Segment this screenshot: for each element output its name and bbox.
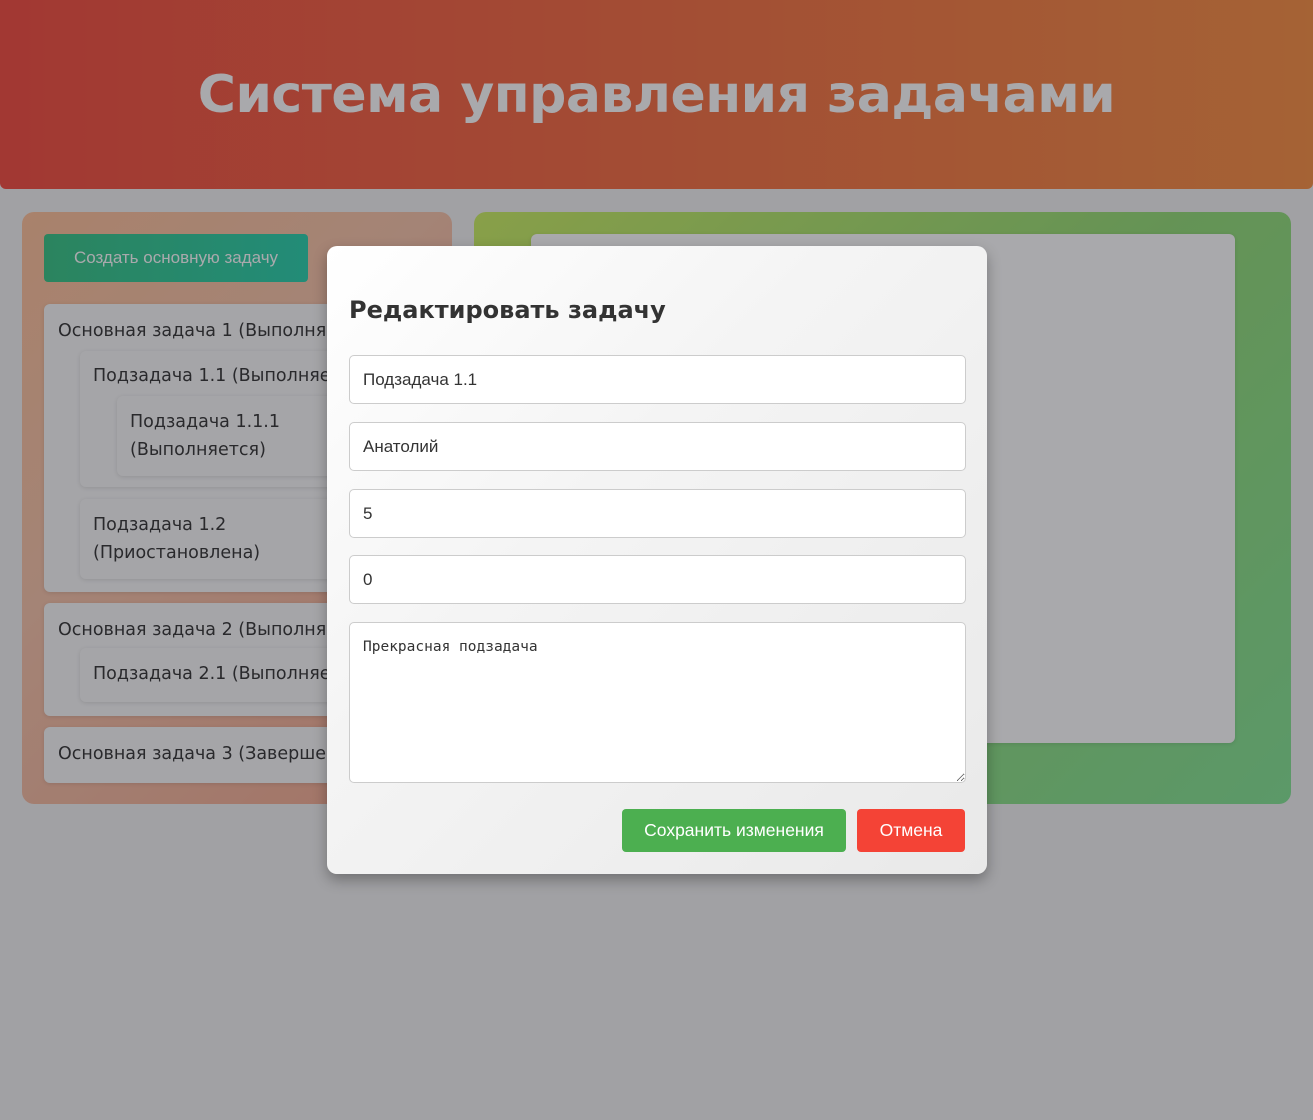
- numeric-field-input[interactable]: [349, 489, 966, 538]
- save-changes-button[interactable]: Сохранить изменения: [622, 809, 846, 852]
- modal-title: Редактировать задачу: [349, 296, 666, 324]
- cancel-button[interactable]: Отмена: [857, 809, 965, 852]
- app-root: Система управления задачами Создать осно…: [0, 0, 1313, 1120]
- description-textarea[interactable]: Прекрасная подзадача: [349, 622, 966, 783]
- numeric-field-input-2[interactable]: [349, 555, 966, 604]
- edit-task-modal: Редактировать задачу Прекрасная подзадач…: [327, 246, 987, 874]
- task-name-input[interactable]: [349, 355, 966, 404]
- assignee-input[interactable]: [349, 422, 966, 471]
